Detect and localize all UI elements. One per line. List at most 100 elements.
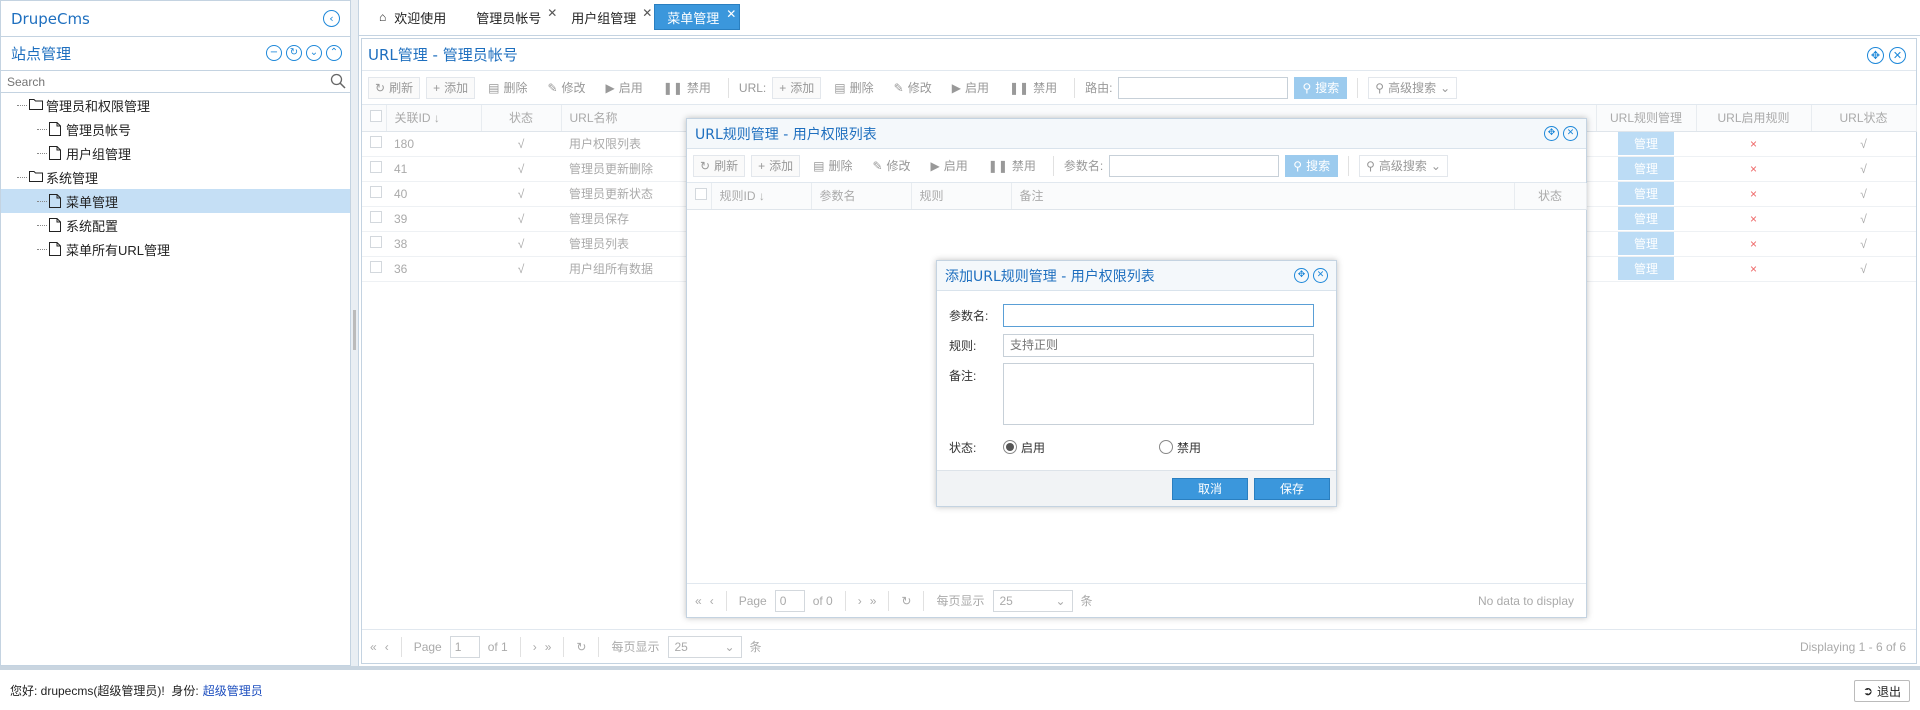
logout-button[interactable]: ➲ 退出: [1853, 680, 1910, 702]
manage-button[interactable]: 管理: [1617, 257, 1674, 280]
tree-item[interactable]: 菜单管理: [1, 189, 350, 213]
delete-url-button[interactable]: ▤ 删除: [827, 77, 880, 99]
page-input[interactable]: 1: [449, 635, 480, 658]
row-checkbox[interactable]: [370, 236, 382, 248]
column-header[interactable]: 状态: [1514, 183, 1587, 210]
last-page-icon[interactable]: »: [545, 640, 552, 654]
row-checkbox[interactable]: [370, 211, 382, 223]
first-page-icon[interactable]: «: [695, 594, 702, 608]
edit-url-button[interactable]: ✎ 修改: [887, 77, 939, 99]
row-select-cell[interactable]: [362, 181, 386, 207]
close-icon[interactable]: ✕: [547, 6, 557, 20]
reload-icon[interactable]: ↻: [576, 640, 586, 654]
row-checkbox[interactable]: [370, 186, 382, 198]
enable-radio[interactable]: [1003, 440, 1017, 454]
select-all-checkbox[interactable]: [370, 110, 382, 123]
enable-radio-option[interactable]: 启用: [1003, 439, 1159, 456]
tab-admin-account[interactable]: 管理员帐号 ✕: [464, 4, 557, 30]
delete-button[interactable]: ▤ 删除: [481, 77, 534, 99]
tree-item[interactable]: 管理员帐号: [1, 117, 350, 141]
next-page-icon[interactable]: ›: [858, 594, 862, 608]
disable-button[interactable]: ❚❚ 禁用: [981, 155, 1043, 177]
disable-radio[interactable]: [1159, 440, 1173, 454]
cancel-button[interactable]: 取消: [1172, 477, 1248, 500]
collapse-all-icon[interactable]: −: [266, 45, 282, 61]
column-header[interactable]: 规则: [911, 183, 1012, 210]
select-all-cell[interactable]: [687, 183, 712, 210]
manage-button[interactable]: 管理: [1617, 232, 1674, 255]
search-button[interactable]: ⚲ 搜索: [1285, 154, 1339, 177]
select-all-checkbox[interactable]: [695, 188, 707, 201]
reload-icon[interactable]: ↻: [901, 594, 911, 608]
last-page-icon[interactable]: »: [870, 594, 877, 608]
expand-up-icon[interactable]: ⌃: [326, 45, 342, 61]
per-page-select[interactable]: 25 ⌄: [667, 635, 742, 658]
tree-item[interactable]: 菜单所有URL管理: [1, 237, 350, 261]
close-icon[interactable]: ✕: [1889, 47, 1906, 64]
save-button[interactable]: 保存: [1254, 477, 1330, 500]
user-role-link[interactable]: 超级管理员: [203, 682, 263, 699]
splitter[interactable]: [351, 0, 359, 666]
splitter-grip[interactable]: [353, 310, 356, 350]
column-header[interactable]: 规则ID ↓: [711, 183, 812, 210]
enable-button[interactable]: ▶ 启用: [924, 155, 975, 177]
search-icon[interactable]: [330, 73, 346, 89]
prev-page-icon[interactable]: ‹: [385, 640, 389, 654]
manage-button[interactable]: 管理: [1617, 207, 1674, 230]
tree-item[interactable]: 系统配置: [1, 213, 350, 237]
reload-icon[interactable]: ↻: [286, 45, 302, 61]
column-header[interactable]: URL状态: [1811, 105, 1917, 132]
column-header[interactable]: URL启用规则: [1696, 105, 1812, 132]
advanced-search-button[interactable]: ⚲ 高级搜索 ⌄: [1368, 76, 1458, 99]
rule-input[interactable]: [1003, 333, 1314, 357]
close-icon[interactable]: ✕: [642, 6, 652, 20]
row-select-cell[interactable]: [362, 231, 386, 257]
close-icon[interactable]: ✕: [1563, 126, 1578, 141]
collapse-left-icon[interactable]: ‹: [323, 10, 340, 27]
refresh-button[interactable]: ↻ 刷新: [693, 154, 746, 177]
enable-url-button[interactable]: ▶ 启用: [945, 77, 996, 99]
row-select-cell[interactable]: [362, 131, 386, 157]
search-input[interactable]: [1, 71, 350, 92]
page-input[interactable]: 0: [774, 589, 805, 612]
note-textarea[interactable]: [1003, 363, 1314, 425]
tab-user-group[interactable]: 用户组管理 ✕: [559, 4, 652, 30]
column-header[interactable]: 备注: [1011, 183, 1515, 210]
tree-item[interactable]: 管理员和权限管理: [1, 93, 350, 117]
row-select-cell[interactable]: [362, 256, 386, 282]
tab-menu-manage[interactable]: 菜单管理 ✕: [654, 4, 741, 30]
maximize-icon[interactable]: ✥: [1294, 268, 1309, 283]
close-icon[interactable]: ✕: [1313, 268, 1328, 283]
first-page-icon[interactable]: «: [370, 640, 377, 654]
prev-page-icon[interactable]: ‹: [710, 594, 714, 608]
add-button[interactable]: + 添加: [426, 76, 476, 99]
param-search-input[interactable]: [1109, 154, 1280, 177]
expand-down-icon[interactable]: ⌄: [306, 45, 322, 61]
column-header[interactable]: 参数名: [811, 183, 912, 210]
row-checkbox[interactable]: [370, 136, 382, 148]
column-header[interactable]: 关联ID ↓: [386, 105, 482, 132]
next-page-icon[interactable]: ›: [533, 640, 537, 654]
column-header[interactable]: 状态: [481, 105, 562, 132]
maximize-icon[interactable]: ✥: [1867, 47, 1884, 64]
per-page-select[interactable]: 25 ⌄: [992, 589, 1073, 612]
row-checkbox[interactable]: [370, 161, 382, 173]
disable-url-button[interactable]: ❚❚ 禁用: [1002, 77, 1064, 99]
edit-button[interactable]: ✎ 修改: [540, 77, 592, 99]
close-icon[interactable]: ✕: [726, 7, 736, 21]
manage-button[interactable]: 管理: [1617, 132, 1674, 155]
row-select-cell[interactable]: [362, 206, 386, 232]
search-button[interactable]: ⚲ 搜索: [1294, 76, 1348, 99]
route-input[interactable]: [1118, 76, 1289, 99]
add-button[interactable]: + 添加: [751, 154, 801, 177]
manage-button[interactable]: 管理: [1617, 157, 1674, 180]
param-name-input[interactable]: [1003, 303, 1314, 327]
tree-item[interactable]: 系统管理: [1, 165, 350, 189]
tree-item[interactable]: 用户组管理: [1, 141, 350, 165]
edit-button[interactable]: ✎ 修改: [865, 155, 917, 177]
select-all-cell[interactable]: [362, 105, 387, 132]
tab-welcome[interactable]: ⌂ 欢迎使用: [367, 4, 458, 30]
refresh-button[interactable]: ↻ 刷新: [368, 76, 421, 99]
delete-button[interactable]: ▤ 删除: [806, 155, 859, 177]
row-checkbox[interactable]: [370, 261, 382, 273]
